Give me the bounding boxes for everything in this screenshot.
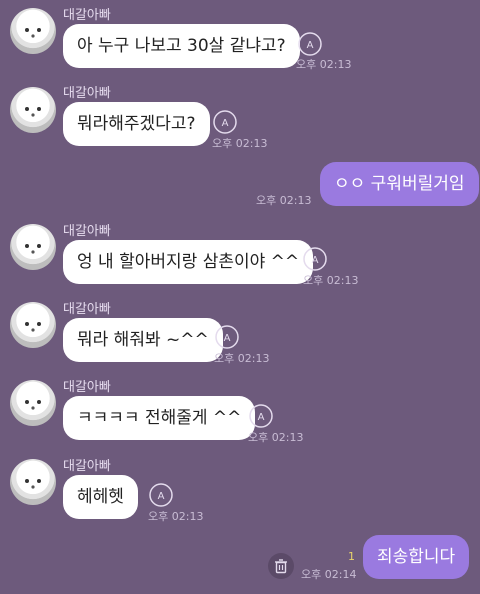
svg-text:A: A (312, 255, 319, 266)
translate-icon[interactable]: A (212, 109, 238, 135)
svg-text:A: A (224, 333, 231, 344)
message-time: 오후 02:13 (248, 431, 304, 444)
sender-name: 대갈아빠 (63, 459, 111, 474)
translate-icon[interactable]: A (214, 324, 240, 350)
avatar[interactable] (10, 459, 56, 505)
message-bubble[interactable]: 헤헤헷 (63, 475, 138, 519)
message-time: 오후 02:14 (301, 568, 357, 581)
outgoing-message-bubble[interactable]: 죄송합니다 (363, 535, 470, 579)
message-bubble[interactable]: 뭐라 해줘봐 ~^^ (63, 318, 223, 362)
svg-text:A: A (307, 40, 314, 51)
message-bubble[interactable]: 아 누구 나보고 30살 같냐고? (63, 24, 300, 68)
svg-text:A: A (258, 412, 265, 423)
message-time: 오후 02:13 (303, 274, 359, 287)
translate-icon[interactable]: A (248, 403, 274, 429)
message-time: 오후 02:13 (256, 194, 312, 207)
message-bubble[interactable]: ㅋㅋㅋㅋ 전해줄게 ^^ (63, 396, 256, 440)
avatar[interactable] (10, 8, 56, 54)
outgoing-message-bubble[interactable]: ㅇㅇ 구워버릴거임 (320, 162, 479, 206)
sender-name: 대갈아빠 (63, 224, 111, 239)
avatar[interactable] (10, 87, 56, 133)
svg-text:A: A (222, 118, 229, 129)
message-time: 오후 02:13 (212, 137, 268, 150)
trash-icon[interactable] (268, 553, 294, 579)
sender-name: 대갈아빠 (63, 380, 111, 395)
message-bubble[interactable]: 엉 내 할아버지랑 삼촌이야 ^^ (63, 240, 314, 284)
message-bubble[interactable]: 뭐라해주겠다고? (63, 102, 210, 146)
svg-text:A: A (158, 491, 165, 502)
avatar[interactable] (10, 224, 56, 270)
translate-icon[interactable]: A (297, 31, 323, 57)
translate-icon[interactable]: A (148, 482, 174, 508)
avatar[interactable] (10, 302, 56, 348)
message-time: 오후 02:13 (296, 58, 352, 71)
sender-name: 대갈아빠 (63, 302, 111, 317)
translate-icon[interactable]: A (302, 246, 328, 272)
avatar[interactable] (10, 380, 56, 426)
unread-count: 1 (348, 550, 355, 563)
message-time: 오후 02:13 (148, 510, 204, 523)
sender-name: 대갈아빠 (63, 86, 111, 101)
message-time: 오후 02:13 (214, 352, 270, 365)
sender-name: 대갈아빠 (63, 8, 111, 23)
